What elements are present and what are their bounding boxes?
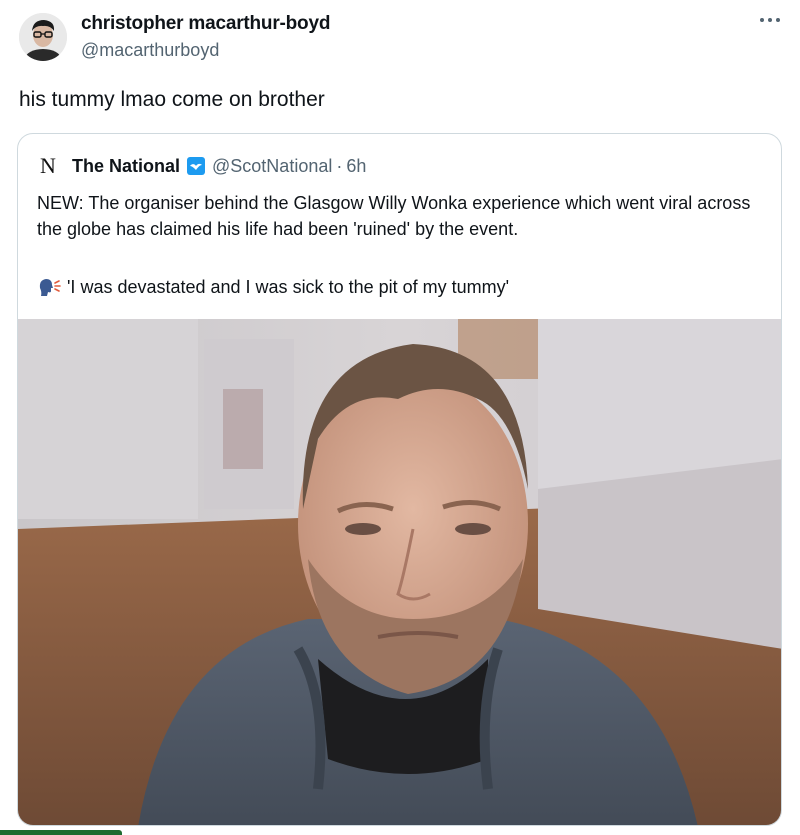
more-horizontal-icon [760,18,780,22]
more-options-button[interactable] [752,6,788,34]
quoted-tweet[interactable]: N The National @ScotNational · 6h NEW: T… [17,133,782,826]
tweet-text: his tummy lmao come on brother [19,88,325,111]
quoted-tweet-photo[interactable] [18,319,781,825]
quoted-author-handle[interactable]: @ScotNational [212,156,332,177]
author-name[interactable]: christopher macarthur-boyd [81,13,330,35]
quoted-tweet-header: N The National @ScotNational · 6h [37,153,366,179]
quoted-tweet-body: NEW: The organiser behind the Glasgow Wi… [37,193,751,239]
quoted-timestamp[interactable]: 6h [346,156,366,177]
bottom-edge-strip [0,830,122,835]
the-national-logo: N [40,153,56,178]
quote-line-text: 'I was devastated and I was sick to the … [67,277,510,297]
avatar[interactable] [19,13,67,61]
quoted-tweet-quote-line: 'I was devastated and I was sick to the … [37,274,509,300]
author-handle[interactable]: @macarthurboyd [81,40,219,61]
quoted-author-name[interactable]: The National [72,156,180,177]
separator-dot: · [336,155,343,176]
speaking-head-icon [39,279,61,296]
verified-badge-icon [187,157,206,175]
tweet: christopher macarthur-boyd @macarthurboy… [0,0,800,835]
